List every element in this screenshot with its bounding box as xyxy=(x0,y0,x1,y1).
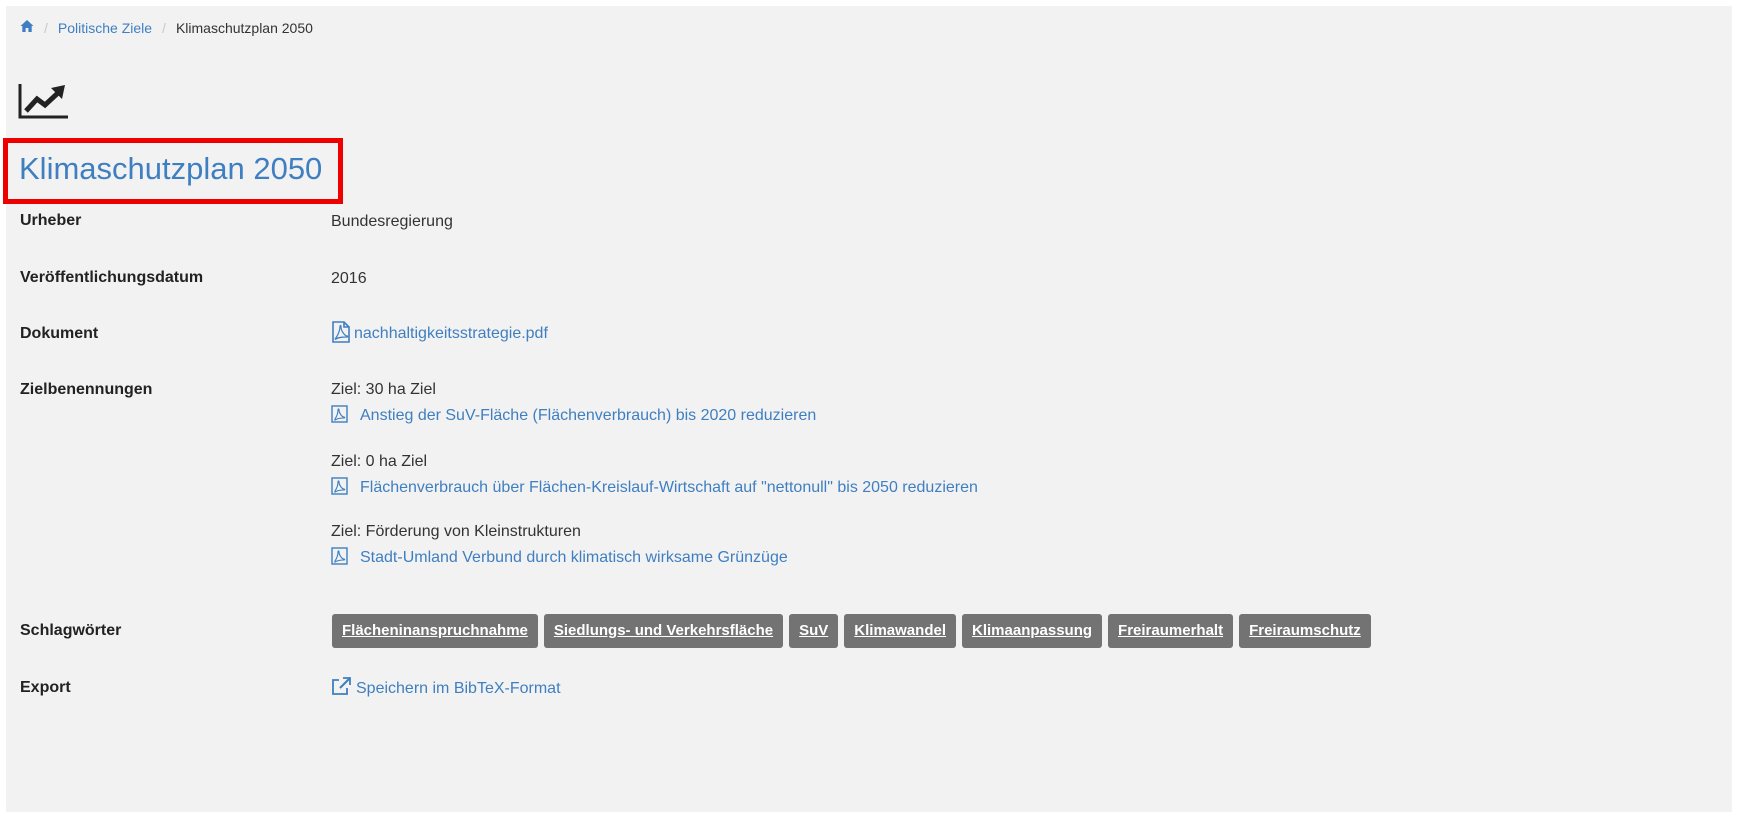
pdf-file-icon xyxy=(331,547,348,565)
page-title: Klimaschutzplan 2050 xyxy=(19,151,323,186)
goal-title: Ziel: Förderung von Kleinstrukturen xyxy=(331,523,581,540)
line-chart-icon xyxy=(18,84,68,119)
breadcrumb-separator: / xyxy=(44,19,48,36)
export-value: Speichern im BibTeX-Format xyxy=(331,677,561,698)
goal-item: Ziel: 0 ha Ziel Flächenverbrauch über Fl… xyxy=(331,453,978,501)
pdf-file-icon xyxy=(331,405,348,423)
tag[interactable]: SuV xyxy=(789,614,839,648)
goal-item: Ziel: Förderung von Kleinstrukturen Stad… xyxy=(331,523,788,571)
goal-link[interactable]: Anstieg der SuV-Fläche (Flächenverbrauch… xyxy=(331,405,816,429)
datum-value: 2016 xyxy=(331,270,367,287)
schlagwoerter-label: Schlagwörter xyxy=(20,622,122,639)
pdf-file-icon xyxy=(331,477,348,495)
external-link-icon xyxy=(332,677,351,695)
breadcrumb-home[interactable] xyxy=(20,19,34,36)
breadcrumb: / Politische Ziele / Klimaschutzplan 205… xyxy=(20,19,313,36)
pdf-file-icon xyxy=(332,321,350,343)
goal-link[interactable]: Flächenverbrauch über Flächen-Kreislauf-… xyxy=(331,477,978,501)
home-icon xyxy=(20,20,34,32)
goal-link-label: Flächenverbrauch über Flächen-Kreislauf-… xyxy=(360,479,978,496)
breadcrumb-item-current: Klimaschutzplan 2050 xyxy=(175,19,313,36)
breadcrumb-item-politische-ziele[interactable]: Politische Ziele xyxy=(58,20,152,36)
goal-title: Ziel: 30 ha Ziel xyxy=(331,381,436,398)
bibtex-export-label: Speichern im BibTeX-Format xyxy=(356,680,561,697)
bibtex-export-link[interactable]: Speichern im BibTeX-Format xyxy=(331,677,561,697)
breadcrumb-separator: / xyxy=(162,19,166,36)
tag[interactable]: Siedlungs- und Verkehrsfläche xyxy=(543,614,784,648)
tag[interactable]: Klimawandel xyxy=(844,614,956,648)
urheber-label: Urheber xyxy=(20,212,82,229)
dokument-value: nachhaltigkeitsstrategie.pdf xyxy=(331,321,548,343)
goal-item: Ziel: 30 ha Ziel Anstieg der SuV-Fläche … xyxy=(331,381,816,429)
tag[interactable]: Klimaanpassung xyxy=(962,614,1103,648)
dokument-label: Dokument xyxy=(20,325,99,342)
export-label: Export xyxy=(20,679,71,696)
tag[interactable]: Flächeninanspruchnahme xyxy=(332,614,538,648)
goal-title: Ziel: 0 ha Ziel xyxy=(331,453,428,470)
document-link[interactable]: nachhaltigkeitsstrategie.pdf xyxy=(331,321,548,343)
tag[interactable]: Freiraumschutz xyxy=(1239,614,1371,648)
datum-label: Veröffentlichungsdatum xyxy=(20,269,204,286)
zielbenennungen-label: Zielbenennungen xyxy=(20,381,153,398)
content-panel xyxy=(6,6,1732,812)
document-link-label: nachhaltigkeitsstrategie.pdf xyxy=(354,325,548,342)
tag[interactable]: Freiraumerhalt xyxy=(1108,614,1234,648)
tag-list: Flächeninanspruchnahme Siedlungs- und Ve… xyxy=(332,614,1371,648)
goal-link-label: Anstieg der SuV-Fläche (Flächenverbrauch… xyxy=(360,407,817,424)
urheber-value: Bundesregierung xyxy=(331,213,453,230)
goal-link[interactable]: Stadt-Umland Verbund durch klimatisch wi… xyxy=(331,547,788,571)
goal-link-label: Stadt-Umland Verbund durch klimatisch wi… xyxy=(360,549,788,566)
